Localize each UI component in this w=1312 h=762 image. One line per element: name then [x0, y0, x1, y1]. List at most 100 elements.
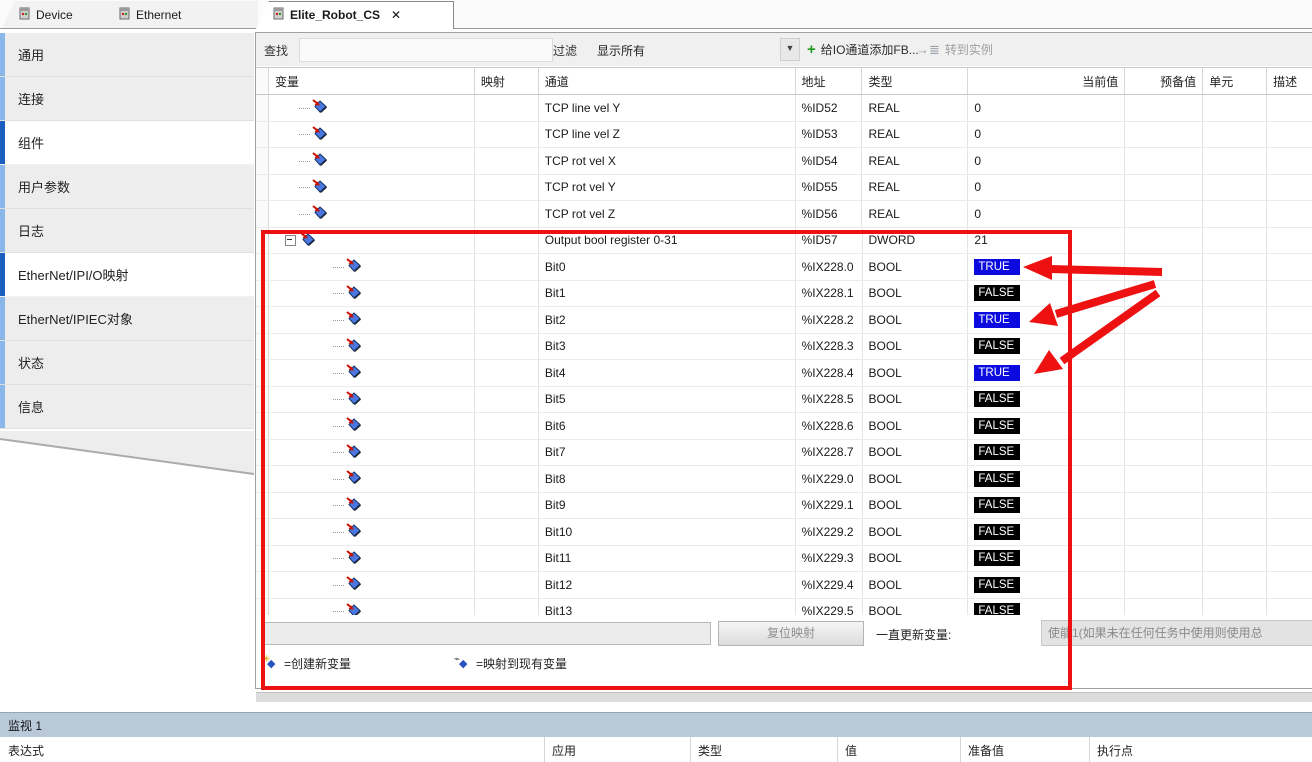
- table-row[interactable]: TCP rot vel Z%ID56REAL0: [256, 201, 1312, 228]
- value-cell: TRUE: [968, 307, 1125, 333]
- column-header-变量[interactable]: 变量: [269, 68, 475, 94]
- value-cell: TRUE: [968, 254, 1125, 280]
- prepared-value-cell: [1125, 95, 1203, 121]
- sidebar-item-label: 状态: [18, 353, 44, 372]
- variable-cell: [269, 254, 475, 280]
- table-row[interactable]: Bit2%IX228.2BOOLTRUE: [256, 307, 1312, 334]
- mapping-cell: [475, 175, 539, 201]
- mapping-cell: [475, 281, 539, 307]
- table-row[interactable]: Bit5%IX228.5BOOLFALSE: [256, 387, 1312, 414]
- table-row[interactable]: Bit8%IX229.0BOOLFALSE: [256, 466, 1312, 493]
- always-update-label: 一直更新变量:: [876, 626, 951, 643]
- table-row[interactable]: Bit13%IX229.5BOOLFALSE: [256, 599, 1312, 616]
- table-row[interactable]: Bit1%IX228.1BOOLFALSE: [256, 281, 1312, 308]
- bool-value-badge: TRUE: [974, 259, 1020, 275]
- sidebar-item-日志[interactable]: 日志: [0, 209, 254, 253]
- tab-elite_robot_cs[interactable]: Elite_Robot_CS✕: [256, 1, 454, 29]
- collapse-minus-icon[interactable]: [285, 235, 296, 246]
- sidebar-item-EtherNet/IPI/O映射[interactable]: EtherNet/IPI/O映射: [0, 253, 254, 297]
- address-cell-text: %IX229.4: [802, 578, 854, 592]
- table-row[interactable]: Bit11%IX229.3BOOLFALSE: [256, 546, 1312, 573]
- sidebar-item-组件[interactable]: 组件: [0, 121, 254, 165]
- table-row[interactable]: TCP line vel Y%ID52REAL0: [256, 95, 1312, 122]
- column-header-地址[interactable]: 地址: [796, 68, 863, 94]
- column-header-label: 类型: [868, 73, 892, 90]
- legend-map-existing-variable: ⌁◆ =映射到现有变量: [454, 655, 567, 672]
- watch-column-header-类型[interactable]: 类型: [698, 742, 722, 759]
- address-cell-text: %IX228.1: [802, 286, 854, 300]
- tab-label: Ethernet: [136, 8, 181, 22]
- sidebar-item-连接[interactable]: 连接: [0, 77, 254, 121]
- column-header-描述[interactable]: 描述: [1267, 68, 1312, 94]
- type-cell: BOOL: [863, 281, 969, 307]
- prepared-value-cell: [1125, 254, 1203, 280]
- current-value: 0: [974, 180, 981, 194]
- create-new-variable-icon: [312, 152, 328, 169]
- mapping-cell: [475, 228, 539, 254]
- address-cell: %ID57: [796, 228, 863, 254]
- column-header-单元[interactable]: 单元: [1203, 68, 1267, 94]
- table-row[interactable]: Bit10%IX229.2BOOLFALSE: [256, 519, 1312, 546]
- watch-column-header-应用[interactable]: 应用: [552, 742, 576, 759]
- always-update-dropdown[interactable]: 使能1(如果未在任何任务中使用则使用总: [1041, 620, 1312, 646]
- find-input[interactable]: [299, 38, 553, 62]
- address-cell-text: %IX229.1: [802, 498, 854, 512]
- unit-cell: [1203, 307, 1267, 333]
- table-row[interactable]: TCP rot vel Y%ID55REAL0: [256, 175, 1312, 202]
- horizontal-scrollbar[interactable]: [256, 692, 1312, 702]
- value-cell: FALSE: [968, 519, 1125, 545]
- bool-value-badge: FALSE: [974, 338, 1020, 354]
- create-new-variable-icon: [346, 417, 362, 434]
- description-cell: [1267, 440, 1312, 466]
- column-header-当前值[interactable]: 当前值: [968, 68, 1125, 94]
- value-cell: FALSE: [968, 466, 1125, 492]
- filter-dropdown[interactable]: 显示所有: [597, 42, 645, 59]
- create-new-variable-icon: [346, 576, 362, 593]
- unit-cell: [1203, 493, 1267, 519]
- bool-value-badge: FALSE: [974, 418, 1020, 434]
- sidebar-item-信息[interactable]: 信息: [0, 385, 254, 429]
- type-cell: REAL: [862, 148, 968, 174]
- row-gutter: [256, 175, 269, 201]
- table-row[interactable]: Bit6%IX228.6BOOLFALSE: [256, 413, 1312, 440]
- column-header-预备值[interactable]: 预备值: [1125, 68, 1203, 94]
- address-cell-text: %IX228.7: [802, 445, 854, 459]
- table-row[interactable]: Bit4%IX228.4BOOLTRUE: [256, 360, 1312, 387]
- table-row[interactable]: Bit0%IX228.0BOOLTRUE: [256, 254, 1312, 281]
- variable-cell: [269, 599, 475, 616]
- prepared-value-cell: [1125, 599, 1203, 616]
- watch-column-header-表达式[interactable]: 表达式: [8, 742, 44, 759]
- channel-cell-text: Bit4: [545, 366, 566, 380]
- mapping-cell: [475, 201, 539, 227]
- sidebar-item-状态[interactable]: 状态: [0, 341, 254, 385]
- sidebar-item-用户参数[interactable]: 用户参数: [0, 165, 254, 209]
- watch-column-header-准备值[interactable]: 准备值: [968, 742, 1004, 759]
- watch-column-header-值[interactable]: 值: [845, 742, 857, 759]
- row-gutter: [256, 572, 269, 598]
- tab-ethernet[interactable]: Ethernet: [102, 1, 258, 28]
- reset-mapping-button[interactable]: 复位映射: [718, 621, 864, 646]
- table-row[interactable]: Bit12%IX229.4BOOLFALSE: [256, 572, 1312, 599]
- watch-column-header-执行点[interactable]: 执行点: [1097, 742, 1133, 759]
- prepared-value-cell: [1125, 466, 1203, 492]
- table-row[interactable]: TCP line vel Z%ID53REAL0: [256, 122, 1312, 149]
- goto-instance-button[interactable]: →≣ 转到实例: [908, 37, 1001, 61]
- sidebar-item-EtherNet/IPIEC对象[interactable]: EtherNet/IPIEC对象: [0, 297, 254, 341]
- prepared-value-cell: [1125, 201, 1203, 227]
- chevron-down-icon[interactable]: ▼: [780, 38, 800, 61]
- column-header-映射[interactable]: 映射: [475, 68, 539, 94]
- sidebar-item-通用[interactable]: 通用: [0, 33, 254, 77]
- table-row[interactable]: Output bool register 0-31%ID57DWORD21: [256, 228, 1312, 255]
- watch-column-separator: [837, 737, 838, 762]
- column-header-通道[interactable]: 通道: [539, 68, 796, 94]
- table-row[interactable]: Bit3%IX228.3BOOLFALSE: [256, 334, 1312, 361]
- type-cell: REAL: [862, 175, 968, 201]
- tree-branch-dots: [299, 160, 310, 162]
- table-row[interactable]: Bit7%IX228.7BOOLFALSE: [256, 440, 1312, 467]
- prepared-value-cell: [1125, 334, 1203, 360]
- type-cell: BOOL: [863, 413, 969, 439]
- column-header-类型[interactable]: 类型: [862, 68, 968, 94]
- close-icon[interactable]: ✕: [391, 9, 401, 21]
- table-row[interactable]: TCP rot vel X%ID54REAL0: [256, 148, 1312, 175]
- table-row[interactable]: Bit9%IX229.1BOOLFALSE: [256, 493, 1312, 520]
